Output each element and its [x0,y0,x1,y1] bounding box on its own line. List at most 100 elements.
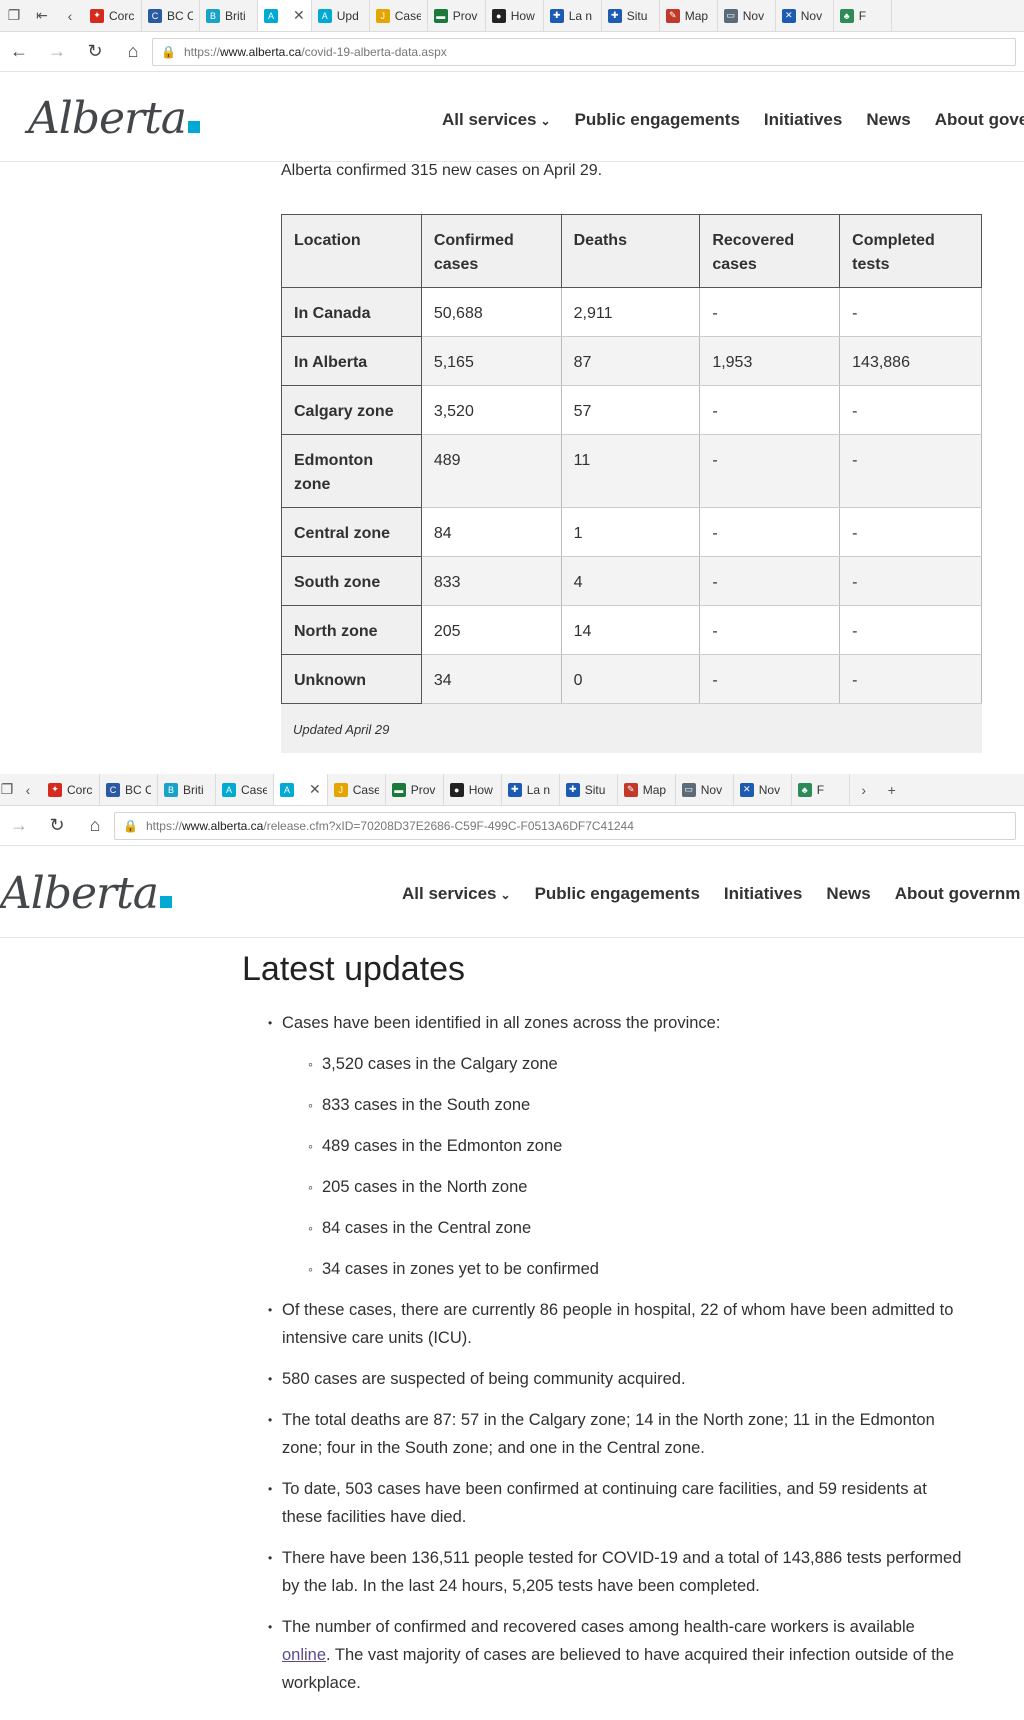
browser-tab[interactable]: A Upd [312,0,370,31]
refresh-icon[interactable]: ↻ [38,815,76,836]
favicon-icon: ✚ [565,782,580,797]
site-header: Alberta All services ⌄ Public engagements… [0,72,1024,162]
zone-item: 489 cases in the Edmonton zone [308,1132,962,1160]
nav-initiatives[interactable]: Initiatives [724,884,802,904]
browser-tab[interactable]: ♣ F [792,774,850,805]
forward-icon[interactable]: → [38,41,76,62]
browser-tab[interactable]: A ✕ [274,774,328,805]
browser-tab[interactable]: ♣ F [834,0,892,31]
table-cell: 143,886 [839,336,982,386]
browser-tab[interactable]: ✚ La n [502,774,560,805]
row-location: Edmonton zone [281,434,422,508]
list-item: 580 cases are suspected of being communi… [268,1365,962,1393]
nav-public-engagements[interactable]: Public engagements [575,110,740,130]
alberta-logo[interactable]: Alberta [0,868,172,919]
browser-tab[interactable]: ✎ Map [660,0,718,31]
browser-tab[interactable]: ✎ Map [618,774,676,805]
tab-actions-icon[interactable]: ❐ [0,781,14,798]
browser-tab[interactable]: ✚ Situ [560,774,618,805]
lock-icon: 🔒 [161,44,176,59]
browser-tab[interactable]: J Case [328,774,386,805]
tab-actions-icon[interactable]: ❐ [0,7,28,24]
browser-tab[interactable]: C BC C [100,774,158,805]
favicon-icon: ✚ [607,8,622,23]
tab-label: Corc [67,782,93,797]
favicon-icon: ✕ [739,782,754,797]
close-tab-icon[interactable]: ✕ [309,781,321,798]
browser-tab[interactable]: J Case [370,0,428,31]
browser-tab[interactable]: ● How [486,0,544,31]
browser-tab[interactable]: B Briti [158,774,216,805]
url-domain: www.alberta.ca [181,818,264,833]
url-field[interactable]: 🔒 https://www.alberta.ca/covid-19-albert… [152,37,1016,66]
favicon-icon: B [164,782,178,797]
browser-tab[interactable]: A ✕ [258,0,312,31]
tab-label: Situ [584,782,606,797]
scroll-left-icon[interactable]: ‹ [14,782,42,798]
browser-tab[interactable]: ▭ Nov [676,774,734,805]
nav-about[interactable]: About gove [935,110,1024,130]
browser-tab[interactable]: ✕ Nov [776,0,834,31]
nav-news[interactable]: News [866,110,910,130]
nav-initiatives[interactable]: Initiatives [764,110,842,130]
favicon-icon: J [333,782,348,797]
home-icon[interactable]: ⌂ [114,41,152,62]
table-cell: 1 [561,507,701,557]
table-cell: - [699,654,841,704]
favicon-icon: ✚ [549,8,564,23]
close-tab-icon[interactable]: ✕ [293,7,305,24]
zone-item: 3,520 cases in the Calgary zone [308,1050,962,1078]
favicon-icon: B [206,8,220,23]
nav-public-engagements[interactable]: Public engagements [535,884,700,904]
home-icon[interactable]: ⌂ [76,815,114,836]
forward-icon[interactable]: → [0,815,38,836]
col-tests: Completed tests [839,214,982,288]
browser-tab[interactable]: ▬ Prov [428,0,486,31]
favicon-icon: ● [491,8,506,23]
row-location: South zone [281,556,422,606]
nav-label: All services [442,110,537,129]
browser-tab[interactable]: C BC C [142,0,200,31]
latest-updates-section: Latest updates Cases have been identifie… [242,950,962,1710]
tab-label: Nov [800,8,823,23]
browser-tab[interactable]: ▬ Prov [386,774,444,805]
table-cell: - [699,434,841,508]
set-aside-tabs-icon[interactable]: ⇤ [28,7,56,24]
browser-tab[interactable]: ● How [444,774,502,805]
browser-tab[interactable]: A Case [216,774,274,805]
browser-tab[interactable]: ▭ Nov [718,0,776,31]
alberta-logo[interactable]: Alberta [28,93,200,144]
browser-tab[interactable]: B Briti [200,0,258,31]
tab-label: Map [642,782,667,797]
new-tab-icon[interactable]: + [878,782,906,798]
col-confirmed: Confirmed cases [420,214,562,288]
favicon-icon: A [280,782,294,797]
browser-tab[interactable]: ✕ Nov [734,774,792,805]
site-header-2: Alberta All services ⌄ Public engagements… [0,846,1024,938]
list-item: The number of confirmed and recovered ca… [268,1613,962,1697]
browser-tab[interactable]: ✦ Corc [84,0,142,31]
section-title: Latest updates [242,950,466,988]
url-path: /release.cfm?xID=70208D37E2686-C59F-499C… [263,818,634,833]
nav-all-services[interactable]: All services ⌄ [442,110,551,130]
nav-all-services[interactable]: All services ⌄ [402,884,511,904]
tab-label: Nov [758,782,781,797]
refresh-icon[interactable]: ↻ [76,41,114,62]
table-header-row: Location Confirmed cases Deaths Recovere… [281,214,982,288]
nav-news[interactable]: News [826,884,870,904]
table-cell: 3,520 [421,385,562,435]
tab-label: La n [526,782,551,797]
table-cell: - [699,385,841,435]
scroll-right-icon[interactable]: › [850,782,878,798]
browser-tab[interactable]: ✚ Situ [602,0,660,31]
favicon-icon: ✦ [90,8,104,23]
nav-about[interactable]: About governm [895,884,1021,904]
scroll-left-icon[interactable]: ‹ [56,8,84,24]
browser-tab[interactable]: ✚ La n [544,0,602,31]
table-cell: 87 [561,336,701,386]
back-icon[interactable]: ← [0,41,38,62]
url-field-2[interactable]: 🔒 https://www.alberta.ca/release.cfm?xID… [114,811,1016,840]
online-link[interactable]: online [282,1646,326,1664]
browser-tab[interactable]: ✦ Corc [42,774,100,805]
tab-label: F [816,782,825,797]
